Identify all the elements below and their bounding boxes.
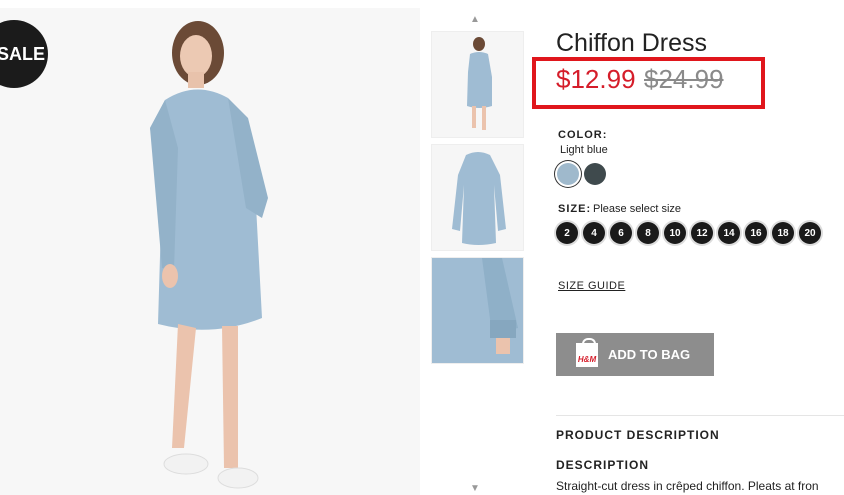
size-option[interactable]: 2: [556, 222, 578, 244]
model-photo: [0, 8, 420, 495]
product-title: Chiffon Dress: [556, 29, 707, 57]
thumbnail-dress-flat[interactable]: [431, 144, 524, 251]
description-heading: DESCRIPTION: [556, 458, 650, 472]
thumbnail-image: [432, 258, 523, 363]
thumbnail-model-front[interactable]: [431, 31, 524, 138]
size-option[interactable]: 4: [583, 222, 605, 244]
size-option[interactable]: 6: [610, 222, 632, 244]
size-option[interactable]: 8: [637, 222, 659, 244]
add-to-bag-label: ADD TO BAG: [608, 347, 691, 362]
size-option[interactable]: 20: [799, 222, 821, 244]
add-to-bag-button[interactable]: H&M ADD TO BAG: [556, 333, 714, 376]
bag-logo-text: H&M: [577, 354, 597, 364]
thumbnail-down-arrow-icon[interactable]: ▼: [470, 483, 480, 494]
shopping-bag-icon: H&M: [576, 337, 598, 367]
thumbnail-sleeve-detail[interactable]: [431, 257, 524, 364]
description-text: Straight-cut dress in crêped chiffon. Pl…: [556, 479, 819, 493]
thumbnail-image: [432, 32, 523, 137]
size-option[interactable]: 14: [718, 222, 740, 244]
size-options: 2 4 6 8 10 12 14 16 18 20: [556, 222, 821, 244]
product-description-heading[interactable]: PRODUCT DESCRIPTION: [556, 428, 720, 442]
thumbnail-image: [432, 145, 523, 250]
size-hint: Please select size: [593, 203, 682, 215]
color-swatch-light-blue[interactable]: [557, 163, 579, 185]
size-option[interactable]: 18: [772, 222, 794, 244]
sale-price: $12.99: [556, 64, 636, 94]
main-product-image[interactable]: SALE: [0, 8, 420, 495]
thumbnail-up-arrow-icon[interactable]: ▲: [470, 14, 480, 25]
original-price: $24.99: [644, 64, 724, 94]
section-divider: [556, 415, 844, 416]
color-label: COLOR:: [558, 129, 608, 141]
size-guide-link[interactable]: SIZE GUIDE: [558, 280, 625, 292]
size-option[interactable]: 16: [745, 222, 767, 244]
size-option[interactable]: 10: [664, 222, 686, 244]
size-option[interactable]: 12: [691, 222, 713, 244]
size-label: SIZE:: [558, 203, 592, 215]
selected-color: Light blue: [560, 144, 608, 156]
color-swatch-dark-gray[interactable]: [584, 163, 606, 185]
